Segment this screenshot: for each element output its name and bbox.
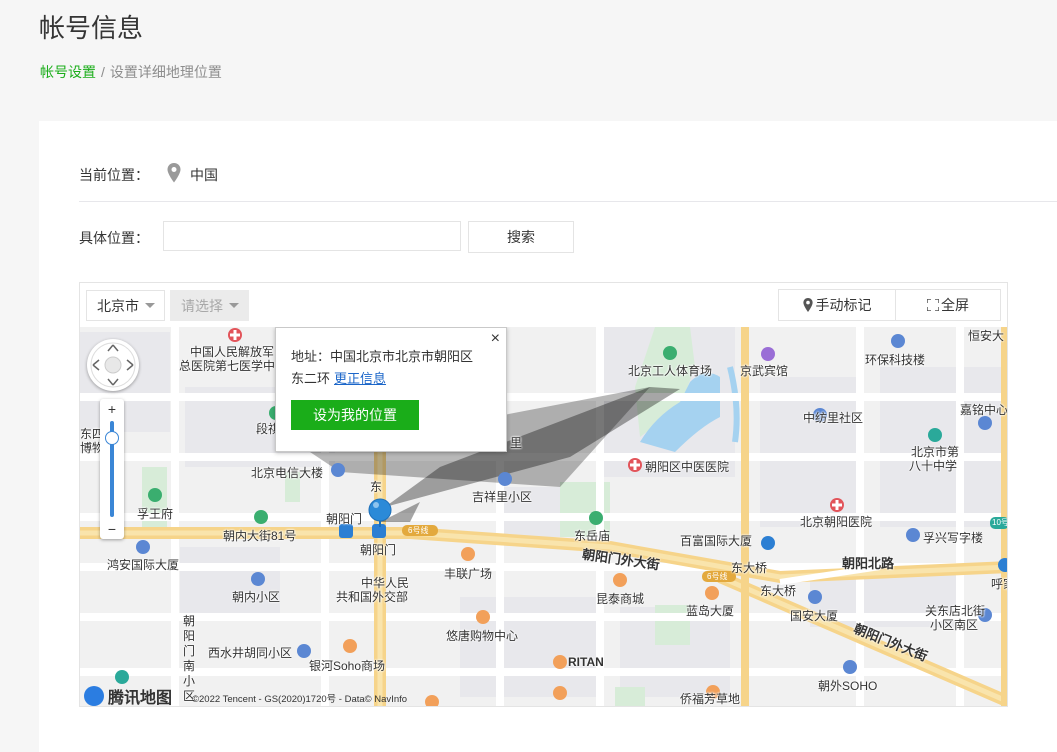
map-poi: 百富国际大厦 <box>680 534 753 548</box>
map-poi: 悠唐购物中心 <box>446 629 519 643</box>
map-copyright: ©2022 Tencent - GS(2020)1720号 - Data© Na… <box>192 694 408 705</box>
popup-address-line: 地址：中国北京市北京市朝阳区 <box>291 349 474 364</box>
map-poi: 北京工人体育场 <box>628 364 713 378</box>
map-poi: 丰联广场 <box>444 567 493 581</box>
map-poi: 八十中学 <box>909 459 958 473</box>
map-poi: 总医院第七医学中 <box>179 359 276 373</box>
map-poi: 朝内大街81号 <box>223 529 297 543</box>
map-poi: 朝阳区中医医院 <box>645 460 730 474</box>
map-poi: 嘉铭中心 <box>960 403 1008 417</box>
map-poi: 朝阳门 <box>360 543 397 557</box>
city-select-value: 北京市 <box>97 297 139 314</box>
current-location-label: 当前位置： <box>79 167 149 183</box>
tencent-map-logo-icon <box>84 686 104 706</box>
breadcrumb-current: 设置详细地理位置 <box>109 64 222 80</box>
map-poi: 朝阳门 <box>326 512 363 526</box>
fullscreen-label: 全屏 <box>941 297 969 313</box>
map-poi: 东大桥 <box>731 561 768 575</box>
map-view[interactable]: 中国人民解放军 总医院第七医学中 北京工人体育场 京武宾馆 环保科技楼 恒安大 … <box>79 327 1008 707</box>
current-location-value: 中国 <box>190 167 218 183</box>
map-poi: RITAN <box>568 655 604 669</box>
zoom-out-button[interactable]: − <box>100 521 124 537</box>
search-button[interactable]: 搜索 <box>468 221 574 253</box>
map-poi: 北京电信大楼 <box>251 466 324 480</box>
zoom-slider-handle[interactable] <box>105 431 119 445</box>
map-poi: 京武宾馆 <box>740 364 789 378</box>
manual-mark-button[interactable]: 手动标记 <box>778 289 896 321</box>
map-logo-text: 腾讯地图 <box>108 690 173 707</box>
breadcrumb-account-settings-link[interactable]: 帐号设置 <box>40 64 96 80</box>
correct-info-link[interactable]: 更正信息 <box>334 371 386 386</box>
map-poi: 昆泰商城 <box>596 592 645 606</box>
map-poi: 中纺里社区 <box>803 411 864 425</box>
district-select[interactable]: 请选择 <box>170 290 249 321</box>
map-poi: 鸿安国际大厦 <box>107 558 180 572</box>
map-poi: 环保科技楼 <box>865 353 926 367</box>
map-poi: 东 <box>370 480 383 494</box>
subway-line-badge: 6号线 <box>408 526 429 535</box>
zoom-in-button[interactable]: + <box>100 401 124 417</box>
address-info-popup: × 地址：中国北京市北京市朝阳区 东二环 更正信息 设为我的位置 <box>275 327 507 452</box>
chevron-down-icon <box>145 303 155 308</box>
map-poi: 西水井胡同小区 <box>208 646 293 660</box>
road-label: 朝阳北路 <box>842 556 895 571</box>
subway-line-badge: 6号线 <box>707 572 728 581</box>
map-poi: 东岳庙 <box>574 529 611 543</box>
location-settings-card: 当前位置： 中国 具体位置： 搜索 北京市 请选择 手动标记 全屏 中国人民解放… <box>39 121 1057 752</box>
divider <box>79 201 1057 202</box>
chevron-down-icon <box>229 303 239 308</box>
page-title: 帐号信息 <box>39 13 144 43</box>
location-pin-icon <box>802 298 813 312</box>
location-pin-icon <box>167 163 181 183</box>
set-as-my-location-button[interactable]: 设为我的位置 <box>291 400 419 430</box>
subway-line-badge: 10号 <box>992 518 1008 527</box>
fullscreen-button[interactable]: 全屏 <box>895 289 1001 321</box>
detail-location-input[interactable] <box>163 221 461 251</box>
map-poi: 蓝岛大厦 <box>686 604 735 618</box>
map-poi: 朝内小区 <box>232 590 281 604</box>
map-poi: 侨福芳草地 <box>680 692 741 706</box>
fullscreen-icon <box>927 299 939 311</box>
map-poi: 孚兴写字楼 <box>923 531 984 545</box>
map-poi: 东大桥 <box>760 584 797 598</box>
pan-arrows-icon <box>90 342 136 388</box>
map-poi: 国安大厦 <box>790 609 839 623</box>
detail-location-label: 具体位置： <box>79 230 149 246</box>
popup-address-line2: 东二环 更正信息 <box>291 368 386 387</box>
map-logo: 腾讯地图 <box>84 684 173 707</box>
district-select-value: 请选择 <box>181 297 223 314</box>
popup-address-suffix: 东二环 <box>291 371 331 386</box>
map-poi: 吉祥里小区 <box>472 490 533 504</box>
close-icon[interactable]: × <box>491 330 500 348</box>
map-poi: 呼家 <box>991 577 1007 591</box>
map-poi: 里 <box>510 436 523 450</box>
map-poi: 共和国外交部 <box>336 590 409 604</box>
map-poi: 孚王府 <box>137 507 174 521</box>
map-poi: 朝外SOHO <box>818 679 878 693</box>
map-poi: 小区南区 <box>930 618 979 632</box>
breadcrumb-separator: / <box>101 64 105 80</box>
map-poi: 恒安大 <box>968 329 1005 343</box>
manual-mark-label: 手动标记 <box>815 297 872 313</box>
map-poi: 北京朝阳医院 <box>800 515 873 529</box>
map-zoom-control: + − <box>100 399 124 539</box>
city-select[interactable]: 北京市 <box>86 290 165 321</box>
map-toolbar: 北京市 请选择 手动标记 全屏 <box>79 282 1008 328</box>
breadcrumb: 帐号设置 / 设置详细地理位置 <box>40 62 222 82</box>
map-poi: 银河Soho商场 <box>309 659 386 673</box>
map-pan-control[interactable] <box>87 339 139 391</box>
